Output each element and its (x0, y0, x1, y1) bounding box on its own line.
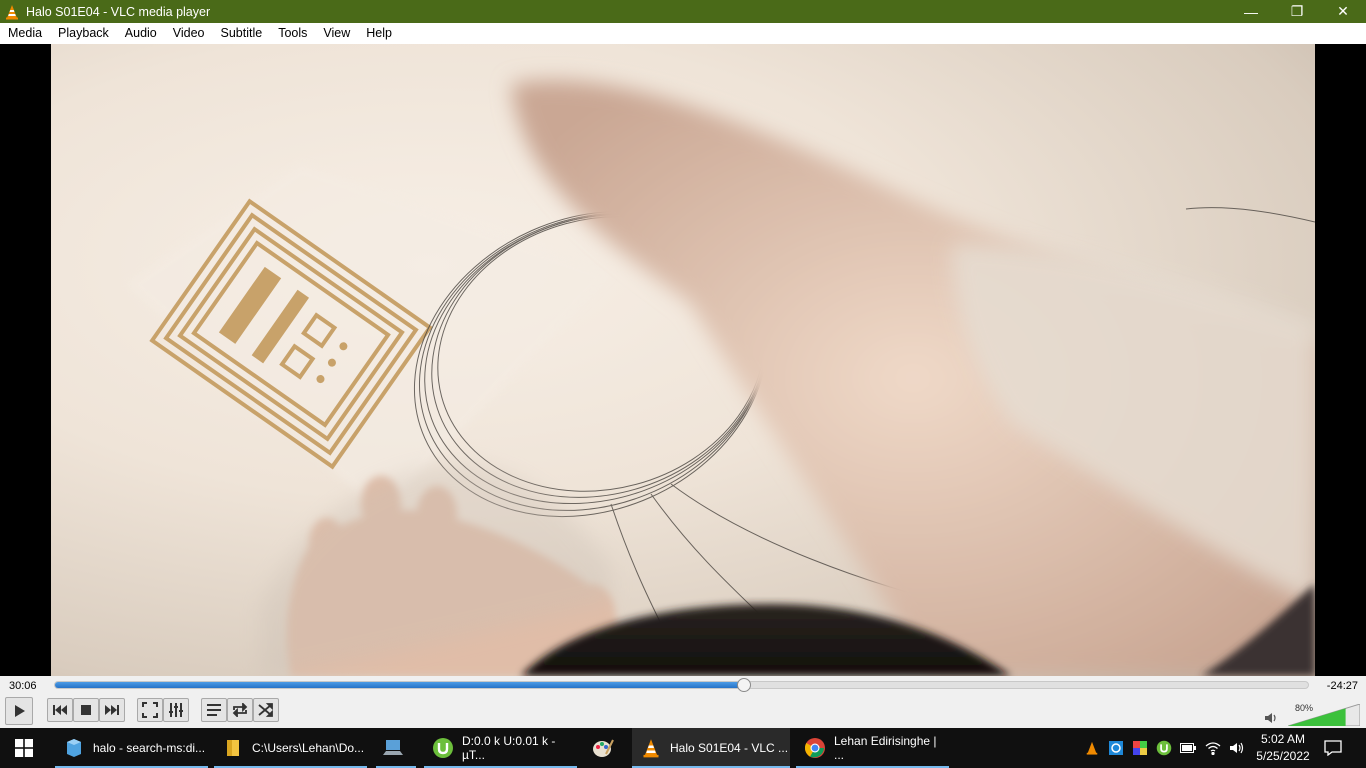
vlc-tray-icon (1086, 741, 1098, 755)
tray-app-blue[interactable] (1106, 728, 1126, 768)
taskbar-item-explorer[interactable]: C:\Users\Lehan\Do... (214, 728, 367, 768)
remaining-time[interactable]: -24:27 (1327, 680, 1358, 692)
taskbar-item-label: halo - search-ms:di... (93, 741, 206, 755)
menu-help[interactable]: Help (358, 23, 400, 44)
menu-media[interactable]: Media (0, 23, 50, 44)
extended-settings-button[interactable] (163, 698, 189, 722)
menu-tools[interactable]: Tools (270, 23, 315, 44)
menu-view[interactable]: View (315, 23, 358, 44)
close-button[interactable]: ✕ (1320, 0, 1366, 23)
taskbar-item-label: Lehan Edirisinghe | ... (834, 734, 937, 762)
taskbar: halo - search-ms:di... C:\Users\Lehan\Do… (0, 728, 1366, 768)
play-button[interactable] (5, 697, 33, 725)
action-center-button[interactable] (1318, 728, 1348, 768)
utorrent-tray-icon (1156, 740, 1172, 756)
previous-button[interactable] (47, 698, 73, 722)
shuffle-icon (258, 703, 273, 717)
battery-icon (1180, 743, 1196, 753)
tray-wifi[interactable] (1202, 728, 1224, 768)
play-icon (15, 705, 25, 717)
seek-handle[interactable] (737, 678, 752, 692)
minimize-button[interactable]: — (1228, 0, 1274, 23)
tray-volume[interactable] (1226, 728, 1248, 768)
video-area[interactable] (0, 44, 1366, 676)
app-tray-icon (1109, 741, 1123, 755)
playlist-icon (207, 704, 221, 716)
previous-icon (53, 705, 67, 715)
stop-icon (81, 705, 91, 715)
player-controls: 30:06 -24:27 80% (0, 676, 1366, 728)
menu-bar: Media Playback Audio Video Subtitle Tool… (0, 23, 1366, 44)
volume-tray-icon (1230, 742, 1244, 754)
tray-app-multicolor[interactable] (1130, 728, 1150, 768)
taskbar-item-computer[interactable] (374, 728, 418, 768)
volume-slider[interactable] (1288, 704, 1360, 726)
menu-audio[interactable]: Audio (117, 23, 165, 44)
menu-video[interactable]: Video (165, 23, 213, 44)
vlc-icon (643, 739, 659, 758)
seek-progress (55, 682, 745, 688)
fullscreen-button[interactable] (137, 698, 163, 722)
utorrent-icon (433, 738, 453, 758)
next-button[interactable] (99, 698, 125, 722)
next-icon (105, 705, 119, 715)
windows-logo-icon (15, 739, 33, 757)
clock[interactable]: 5:02 AM 5/25/2022 (1252, 731, 1314, 765)
taskbar-item-chrome[interactable]: Lehan Edirisinghe | ... (796, 728, 949, 768)
seek-bar[interactable] (54, 678, 1309, 692)
notification-icon (1324, 740, 1342, 756)
taskbar-item-label: Halo S01E04 - VLC ... (670, 741, 789, 755)
elapsed-time[interactable]: 30:06 (9, 680, 37, 692)
taskbar-item-paint[interactable] (584, 728, 628, 768)
equalizer-icon (169, 703, 183, 717)
stop-button[interactable] (73, 698, 99, 722)
taskbar-item-utorrent[interactable]: D:0.0 k U:0.01 k - µT... (424, 728, 577, 768)
menu-playback[interactable]: Playback (50, 23, 117, 44)
title-bar: Halo S01E04 - VLC media player — ❐ ✕ (0, 0, 1366, 23)
fullscreen-icon (142, 702, 158, 718)
tray-battery[interactable] (1178, 728, 1198, 768)
search-folder-icon (67, 739, 81, 757)
playlist-button[interactable] (201, 698, 227, 722)
tray-utorrent[interactable] (1154, 728, 1174, 768)
speaker-icon[interactable] (1264, 711, 1278, 725)
taskbar-item-search[interactable]: halo - search-ms:di... (55, 728, 208, 768)
loop-button[interactable] (227, 698, 253, 722)
paint-icon (593, 739, 614, 757)
video-content-image (126, 80, 1315, 676)
chrome-icon (804, 738, 825, 758)
app-tray-icon (1133, 741, 1147, 755)
loop-icon (232, 703, 248, 717)
clock-date: 5/25/2022 (1256, 749, 1310, 763)
maximize-button[interactable]: ❐ (1274, 0, 1320, 23)
clock-time: 5:02 AM (1260, 732, 1306, 746)
taskbar-item-label: D:0.0 k U:0.01 k - µT... (462, 734, 556, 762)
vlc-cone-icon (6, 4, 18, 19)
shuffle-button[interactable] (253, 698, 279, 722)
computer-icon (383, 740, 403, 755)
menu-subtitle[interactable]: Subtitle (213, 23, 271, 44)
video-frame[interactable] (51, 44, 1315, 676)
taskbar-item-vlc[interactable]: Halo S01E04 - VLC ... (632, 728, 790, 768)
taskbar-item-label: C:\Users\Lehan\Do... (252, 741, 365, 755)
start-button[interactable] (0, 728, 48, 768)
file-explorer-icon (227, 740, 239, 756)
tray-vlc[interactable] (1082, 728, 1102, 768)
window-title: Halo S01E04 - VLC media player (26, 4, 211, 19)
wifi-icon (1205, 742, 1221, 755)
